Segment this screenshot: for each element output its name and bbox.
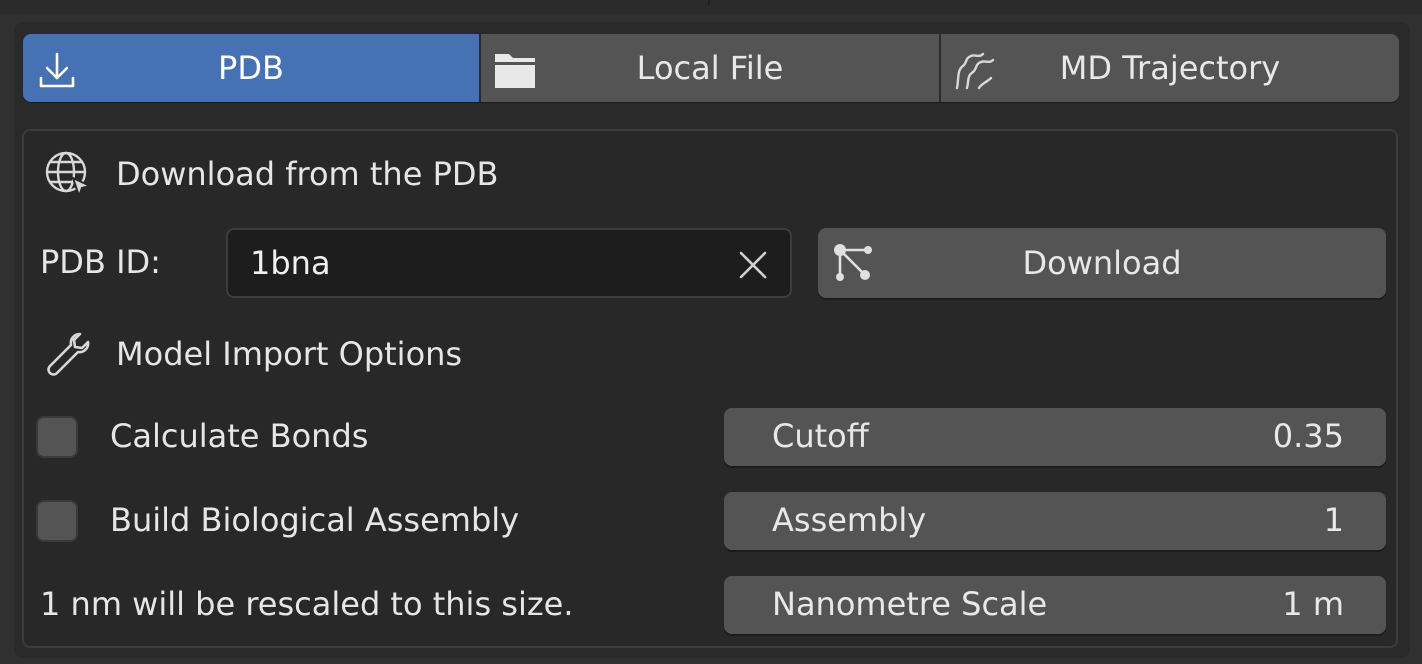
divider (708, 0, 710, 6)
nanometre-scale-label: Nanometre Scale (772, 585, 1048, 623)
assembly-label: Assembly (772, 501, 927, 539)
globe-cursor-icon (45, 151, 92, 198)
molecule-network-icon (834, 244, 872, 281)
assembly-value: 1 (1323, 501, 1344, 539)
clear-icon[interactable] (738, 250, 768, 280)
tab-local-file[interactable]: Local File (479, 34, 939, 102)
rescale-note: 1 nm will be rescaled to this size. (40, 585, 574, 623)
download-icon (39, 52, 75, 88)
build-assembly-label: Build Biological Assembly (110, 501, 520, 539)
tab-label: PDB (218, 49, 284, 87)
nanometre-scale-field[interactable]: Nanometre Scale 1 m (724, 576, 1386, 634)
tab-label: Local File (636, 49, 784, 87)
build-assembly-checkbox[interactable] (36, 500, 78, 542)
cutoff-label: Cutoff (772, 417, 869, 455)
section-title: Download from the PDB (116, 155, 499, 193)
download-button[interactable]: Download (818, 228, 1386, 298)
import-source-tabs: PDB Local File MD Trajectory (23, 34, 1399, 102)
tab-pdb[interactable]: PDB (23, 34, 479, 102)
calculate-bonds-label: Calculate Bonds (110, 417, 369, 455)
folder-icon (495, 54, 535, 88)
nanometre-scale-value: 1 m (1282, 585, 1344, 623)
wrench-icon (47, 332, 90, 376)
cutoff-value: 0.35 (1272, 417, 1344, 455)
download-label: Download (1022, 244, 1182, 282)
tab-md-trajectory[interactable]: MD Trajectory (939, 34, 1399, 102)
calculate-bonds-checkbox[interactable] (36, 416, 78, 458)
pdb-download-panel (22, 129, 1398, 648)
cutoff-field[interactable]: Cutoff 0.35 (724, 408, 1386, 466)
tab-label: MD Trajectory (1059, 49, 1281, 87)
pdb-id-label: PDB ID: (40, 243, 161, 281)
download-section-header: Download from the PDB (44, 150, 498, 198)
assembly-field[interactable]: Assembly 1 (724, 492, 1386, 550)
top-strip (0, 0, 1422, 14)
trajectory-icon (955, 52, 995, 90)
pdb-id-value: 1bna (250, 244, 331, 282)
import-options-header: Model Import Options (44, 330, 462, 378)
pdb-id-input[interactable]: 1bna (226, 228, 792, 298)
section-title: Model Import Options (116, 335, 463, 373)
